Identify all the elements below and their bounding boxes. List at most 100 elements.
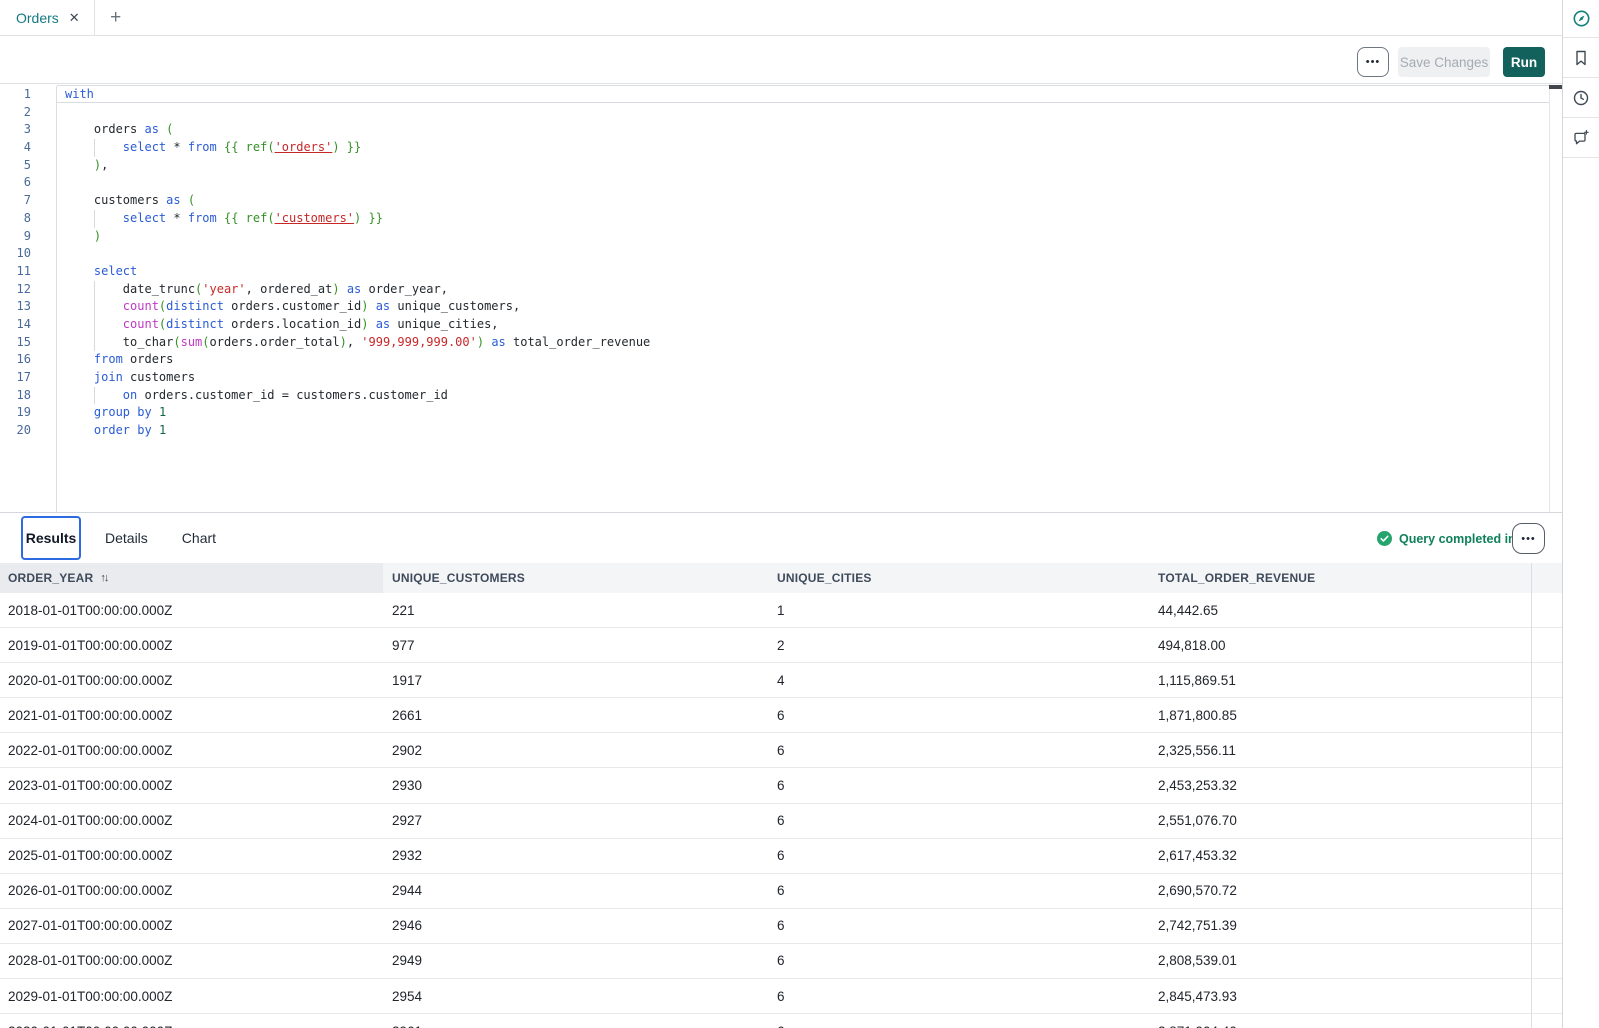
table-cell: 2949 <box>383 944 768 978</box>
ask-ai-button[interactable] <box>1563 118 1599 158</box>
results-tab-bar: Results Details Chart Query completed in… <box>0 512 1562 563</box>
table-cell: 2020-01-01T00:00:00.000Z <box>0 663 383 697</box>
results-table-body: 2018-01-01T00:00:00.000Z221144,442.65201… <box>0 593 1562 1028</box>
table-cell: 6 <box>768 839 1149 873</box>
table-cell: 221 <box>383 593 768 627</box>
code-line[interactable] <box>57 245 1548 263</box>
tab-chart[interactable]: Chart <box>182 530 216 546</box>
table-cell: 1 <box>768 593 1149 627</box>
code-line[interactable] <box>57 104 1548 122</box>
code-line[interactable]: select <box>57 263 1548 281</box>
table-row: 2030-01-01T00:00:00.000Z296162,871,904.4… <box>0 1014 1562 1028</box>
code-line[interactable]: date_trunc('year', ordered_at) as order_… <box>57 281 1548 299</box>
line-number: 8 <box>0 210 31 228</box>
table-cell: 2,845,473.93 <box>1149 979 1562 1013</box>
save-changes-button[interactable]: Save Changes <box>1398 47 1490 77</box>
tab-details[interactable]: Details <box>105 530 148 546</box>
right-sidebar <box>1562 0 1599 1028</box>
table-cell: 1,115,869.51 <box>1149 663 1562 697</box>
tab-results[interactable]: Results <box>21 516 81 560</box>
bookmark-icon <box>1572 49 1590 67</box>
table-cell: 2961 <box>383 1014 768 1028</box>
ref-link[interactable]: 'customers' <box>275 211 354 225</box>
code-line[interactable]: with <box>57 86 1548 104</box>
code-line[interactable]: select * from {{ ref('customers') }} <box>57 210 1548 228</box>
table-cell: 6 <box>768 1014 1149 1028</box>
tab-orders[interactable]: Orders ✕ <box>0 0 95 35</box>
table-cell: 6 <box>768 733 1149 767</box>
line-number: 17 <box>0 369 31 387</box>
table-cell: 2024-01-01T00:00:00.000Z <box>0 804 383 838</box>
table-cell: 2902 <box>383 733 768 767</box>
code-line[interactable]: customers as ( <box>57 192 1548 210</box>
compass-icon <box>1572 9 1591 28</box>
code-line[interactable]: select * from {{ ref('orders') }} <box>57 139 1548 157</box>
table-row: 2019-01-01T00:00:00.000Z9772494,818.00 <box>0 628 1562 663</box>
column-header-order-year[interactable]: ORDER_YEAR ↑↓ <box>0 563 383 593</box>
compass-button[interactable] <box>1563 0 1599 38</box>
table-cell: 2,617,453.32 <box>1149 839 1562 873</box>
line-number: 9 <box>0 228 31 246</box>
line-number: 12 <box>0 281 31 299</box>
table-cell: 2,690,570.72 <box>1149 874 1562 908</box>
new-tab-button[interactable]: + <box>95 0 137 35</box>
line-number: 13 <box>0 298 31 316</box>
table-row: 2024-01-01T00:00:00.000Z292762,551,076.7… <box>0 804 1562 839</box>
code-line[interactable]: from orders <box>57 351 1548 369</box>
code-line[interactable]: to_char(sum(orders.order_total), '999,99… <box>57 334 1548 352</box>
column-header-unique-customers[interactable]: UNIQUE_CUSTOMERS <box>383 563 768 593</box>
table-row: 2018-01-01T00:00:00.000Z221144,442.65 <box>0 593 1562 628</box>
table-cell: 1,871,800.85 <box>1149 698 1562 732</box>
code-line[interactable]: join customers <box>57 369 1548 387</box>
table-cell: 494,818.00 <box>1149 628 1562 662</box>
line-number: 11 <box>0 263 31 281</box>
more-options-button[interactable]: ••• <box>1357 47 1389 77</box>
table-cell: 6 <box>768 979 1149 1013</box>
line-number: 5 <box>0 157 31 175</box>
table-cell: 6 <box>768 944 1149 978</box>
code-area[interactable]: with orders as ( select * from {{ ref('o… <box>57 86 1548 440</box>
table-cell: 2946 <box>383 909 768 943</box>
bookmark-button[interactable] <box>1563 38 1599 78</box>
line-number: 15 <box>0 334 31 352</box>
line-number: 19 <box>0 404 31 422</box>
table-cell: 2930 <box>383 768 768 802</box>
ask-ai-chat-icon <box>1572 129 1590 147</box>
plus-icon: + <box>110 7 121 29</box>
table-cell: 6 <box>768 768 1149 802</box>
column-header-total-order-revenue[interactable]: TOTAL_ORDER_REVENUE <box>1149 563 1562 593</box>
sort-icon[interactable]: ↑↓ <box>100 572 107 584</box>
column-header-unique-cities[interactable]: UNIQUE_CITIES <box>768 563 1149 593</box>
line-number: 14 <box>0 316 31 334</box>
close-icon[interactable]: ✕ <box>69 11 80 24</box>
file-tab-bar: Orders ✕ + <box>0 0 1562 36</box>
line-number: 18 <box>0 387 31 405</box>
editor-toolbar: ••• Save Changes Run <box>0 36 1562 84</box>
history-button[interactable] <box>1563 78 1599 118</box>
code-line[interactable]: ), <box>57 157 1548 175</box>
code-line[interactable]: orders as ( <box>57 121 1548 139</box>
table-cell: 2026-01-01T00:00:00.000Z <box>0 874 383 908</box>
code-line[interactable]: group by 1 <box>57 404 1548 422</box>
code-line[interactable]: count(distinct orders.location_id) as un… <box>57 316 1548 334</box>
line-number: 6 <box>0 174 31 192</box>
code-line[interactable]: order by 1 <box>57 422 1548 440</box>
ref-link[interactable]: 'orders' <box>275 140 333 154</box>
code-line[interactable] <box>57 174 1548 192</box>
table-cell: 2,325,556.11 <box>1149 733 1562 767</box>
table-row: 2026-01-01T00:00:00.000Z294462,690,570.7… <box>0 874 1562 909</box>
code-line[interactable]: ) <box>57 228 1548 246</box>
table-cell: 2023-01-01T00:00:00.000Z <box>0 768 383 802</box>
code-line[interactable]: on orders.customer_id = customers.custom… <box>57 387 1548 405</box>
table-header-row: ORDER_YEAR ↑↓ UNIQUE_CUSTOMERS UNIQUE_CI… <box>0 563 1562 593</box>
ellipsis-icon: ••• <box>1521 533 1536 545</box>
line-number: 2 <box>0 104 31 122</box>
run-button[interactable]: Run <box>1503 47 1545 77</box>
table-cell: 6 <box>768 698 1149 732</box>
table-cell: 2954 <box>383 979 768 1013</box>
sql-editor[interactable]: 1234567891011121314151617181920 with ord… <box>0 84 1562 512</box>
results-more-button[interactable]: ••• <box>1512 523 1545 554</box>
code-line[interactable]: count(distinct orders.customer_id) as un… <box>57 298 1548 316</box>
scrollbar-thumb[interactable] <box>1549 85 1562 89</box>
editor-scrollbar[interactable] <box>1549 84 1562 512</box>
